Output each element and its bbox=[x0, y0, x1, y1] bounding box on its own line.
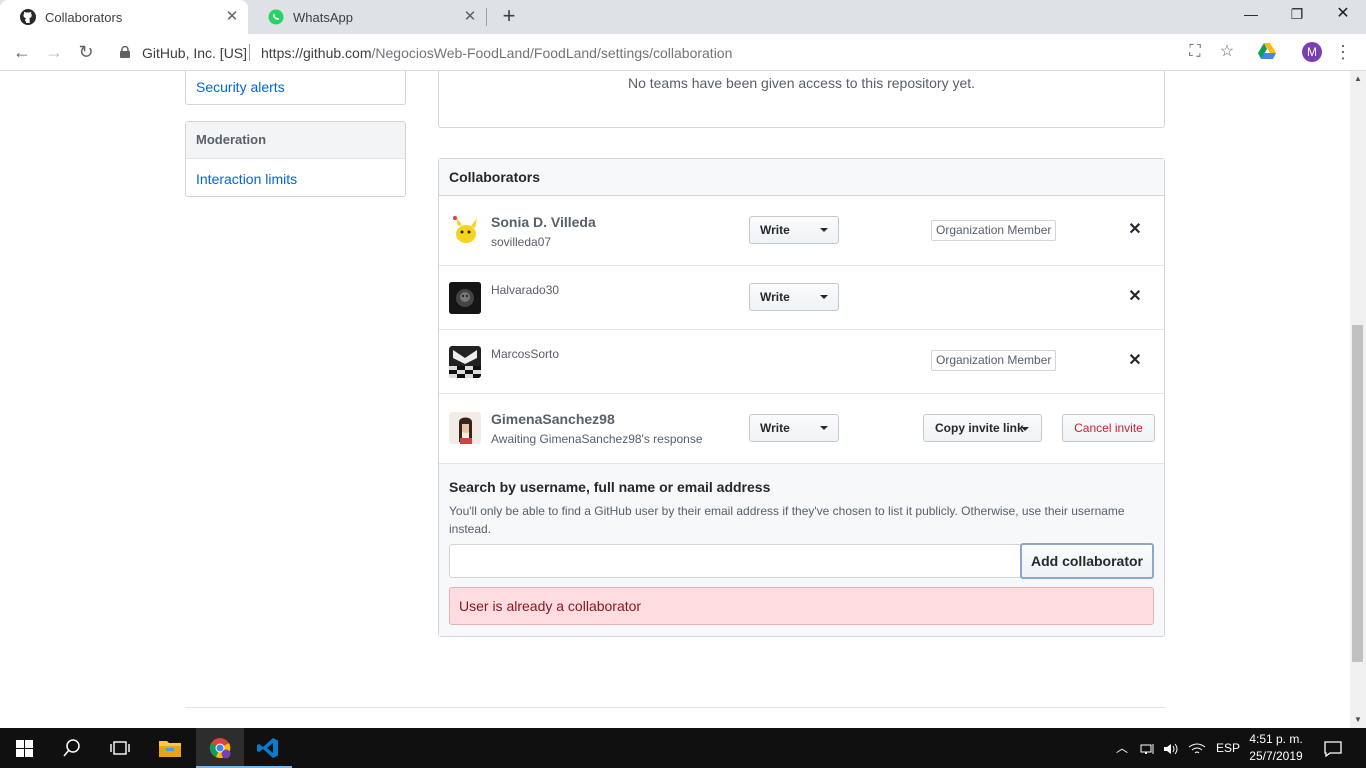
invite-status: Awaiting GimenaSanchez98's response bbox=[491, 432, 703, 446]
organization-member-label: Organization Member bbox=[931, 350, 1057, 371]
window-close-icon[interactable]: ✕ bbox=[1320, 0, 1366, 30]
collaborator-login: sovilleda07 bbox=[491, 235, 552, 249]
back-icon[interactable]: ← bbox=[9, 40, 35, 64]
add-collaborator-note: You'll only be able to find a GitHub use… bbox=[449, 504, 1125, 536]
github-icon bbox=[20, 9, 36, 25]
reload-icon[interactable]: ↻ bbox=[73, 40, 99, 64]
scrollbar-thumb[interactable] bbox=[1352, 325, 1363, 662]
avatar[interactable] bbox=[449, 346, 481, 378]
avatar[interactable] bbox=[449, 214, 481, 246]
remove-collaborator-icon[interactable]: ✕ bbox=[1127, 289, 1143, 305]
browser-toolbar: ← → ↻ GitHub, Inc. [US] https://github.c… bbox=[0, 34, 1366, 71]
file-explorer-icon[interactable] bbox=[146, 728, 194, 768]
url-text[interactable]: https://github.com/NegociosWeb-FoodLand/… bbox=[261, 45, 732, 61]
clock-date: 25/7/2019 bbox=[1249, 749, 1303, 763]
chrome-taskbar-icon[interactable] bbox=[196, 728, 244, 768]
caret-down-icon bbox=[820, 426, 828, 430]
volume-icon[interactable] bbox=[1163, 728, 1179, 768]
avatar[interactable] bbox=[449, 412, 481, 444]
omnibox[interactable]: GitHub, Inc. [US] https://github.com/Neg… bbox=[108, 38, 1248, 67]
windows-start-icon[interactable] bbox=[0, 728, 48, 768]
google-drive-icon[interactable] bbox=[1258, 43, 1276, 61]
add-collaborator-section: Search by username, full name or email a… bbox=[439, 464, 1164, 636]
close-icon[interactable]: ✕ bbox=[462, 9, 478, 25]
collaborator-row: MarcosSorto Organization Member ✕ bbox=[439, 330, 1164, 394]
page-content: Security alerts Moderation Interaction l… bbox=[0, 71, 1350, 728]
collaborator-row: Halvarado30 Write ✕ bbox=[439, 266, 1164, 330]
action-center-icon[interactable] bbox=[1324, 728, 1342, 768]
task-view-icon[interactable] bbox=[96, 728, 144, 768]
cancel-invite-button[interactable]: Cancel invite bbox=[1062, 414, 1155, 442]
tab-separator bbox=[486, 8, 487, 26]
menu-kebab-icon[interactable]: ⋮ bbox=[1334, 43, 1352, 61]
permission-label: Write bbox=[760, 421, 790, 435]
site-identity: GitHub, Inc. [US] bbox=[142, 45, 248, 61]
remove-collaborator-icon[interactable]: ✕ bbox=[1127, 353, 1143, 369]
settings-menu: Security alerts bbox=[185, 71, 406, 105]
close-icon[interactable]: ✕ bbox=[224, 9, 240, 25]
avatar[interactable] bbox=[449, 282, 481, 314]
url-path: /NegociosWeb-FoodLand/FoodLand/settings/… bbox=[371, 45, 733, 61]
whatsapp-icon bbox=[268, 9, 284, 25]
copy-invite-label: Copy invite link bbox=[935, 421, 1024, 435]
collaborator-name[interactable]: GimenaSanchez98 bbox=[491, 411, 615, 427]
translate-icon[interactable]: ⛶ bbox=[1186, 43, 1204, 61]
minimize-icon[interactable]: — bbox=[1228, 0, 1274, 30]
permission-dropdown[interactable]: Write bbox=[749, 414, 839, 442]
collaborator-row: Sonia D. Villeda sovilleda07 Write Organ… bbox=[439, 196, 1164, 266]
tab-collaborators[interactable]: Collaborators ✕ bbox=[0, 0, 248, 34]
caret-down-icon bbox=[820, 295, 828, 299]
remove-collaborator-icon[interactable]: ✕ bbox=[1127, 222, 1143, 238]
error-flash: User is already a collaborator bbox=[449, 587, 1154, 625]
permission-label: Write bbox=[760, 290, 790, 304]
sidebar-item-security-alerts[interactable]: Security alerts bbox=[186, 79, 295, 95]
teams-empty-message: No teams have been given access to this … bbox=[627, 75, 976, 91]
caret-down-icon bbox=[1021, 427, 1029, 431]
collaborator-search-input[interactable] bbox=[449, 544, 1021, 578]
add-collaborator-button[interactable]: Add collaborator bbox=[1020, 543, 1154, 579]
restore-icon[interactable]: ❐ bbox=[1274, 0, 1320, 30]
collaborators-box: Collaborators Sonia D. Villeda sovilleda… bbox=[438, 158, 1165, 637]
copy-invite-link-button[interactable]: Copy invite link bbox=[923, 414, 1042, 442]
collaborators-heading: Collaborators bbox=[439, 159, 1164, 196]
permission-dropdown[interactable]: Write bbox=[749, 216, 839, 244]
url-host: https://github.com bbox=[261, 45, 372, 61]
permission-dropdown[interactable]: Write bbox=[749, 283, 839, 311]
show-hidden-icons-icon[interactable]: ︿ bbox=[1116, 728, 1128, 768]
tab-title: WhatsApp bbox=[293, 9, 353, 25]
star-icon[interactable]: ☆ bbox=[1218, 43, 1236, 61]
wifi-icon[interactable] bbox=[1188, 728, 1206, 768]
organization-member-label: Organization Member bbox=[931, 220, 1057, 241]
collaborator-name[interactable]: Sonia D. Villeda bbox=[491, 214, 596, 230]
moderation-menu: Moderation Interaction limits bbox=[185, 121, 406, 197]
sidebar-item-interaction-limits[interactable]: Interaction limits bbox=[186, 171, 307, 187]
scroll-up-icon[interactable]: ▲ bbox=[1350, 71, 1366, 87]
add-collaborator-title: Search by username, full name or email a… bbox=[449, 479, 771, 495]
network-icon[interactable] bbox=[1140, 728, 1156, 768]
teams-box: No teams have been given access to this … bbox=[438, 71, 1165, 128]
tab-strip: Collaborators ✕ WhatsApp ✕ + — ❐ ✕ bbox=[0, 0, 1366, 34]
caret-down-icon bbox=[820, 228, 828, 232]
pending-invite-row: GimenaSanchez98 Awaiting GimenaSanchez98… bbox=[439, 394, 1164, 464]
lock-icon bbox=[120, 46, 130, 58]
profile-avatar[interactable]: M bbox=[1302, 42, 1322, 62]
clock-time: 4:51 p. m. bbox=[1249, 732, 1303, 746]
permission-label: Write bbox=[760, 223, 790, 237]
input-language[interactable]: ESP bbox=[1216, 728, 1240, 768]
url-separator bbox=[249, 44, 250, 61]
new-tab-icon[interactable]: + bbox=[499, 5, 519, 28]
forward-icon[interactable]: → bbox=[41, 40, 67, 64]
collaborator-login[interactable]: Halvarado30 bbox=[491, 283, 559, 297]
taskbar: ︿ ESP 4:51 p. m. 25/7/2019 bbox=[0, 728, 1366, 768]
collaborator-login[interactable]: MarcosSorto bbox=[491, 347, 559, 361]
search-icon[interactable] bbox=[48, 728, 96, 768]
scroll-down-icon[interactable]: ▼ bbox=[1350, 712, 1366, 728]
vscode-icon[interactable] bbox=[244, 728, 292, 768]
system-clock[interactable]: 4:51 p. m. 25/7/2019 bbox=[1242, 731, 1310, 765]
footer-divider bbox=[185, 707, 1165, 708]
tab-title: Collaborators bbox=[45, 9, 123, 25]
tab-whatsapp[interactable]: WhatsApp ✕ bbox=[248, 0, 486, 34]
menu-heading-moderation: Moderation bbox=[186, 122, 405, 159]
